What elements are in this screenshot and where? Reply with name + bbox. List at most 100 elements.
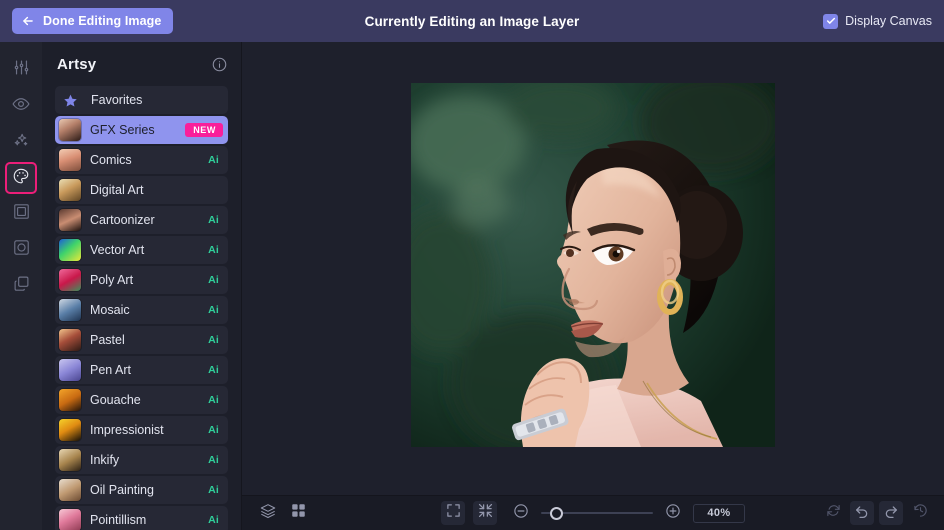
top-bar: Done Editing Image Currently Editing an … <box>0 0 944 42</box>
history-icon <box>913 503 928 523</box>
zoom-level-field[interactable]: 40% <box>693 503 745 523</box>
checkbox-icon[interactable] <box>823 13 839 29</box>
preset-item-pen-art[interactable]: Pen Art Ai <box>55 356 228 384</box>
preset-item-impressionist[interactable]: Impressionist Ai <box>55 416 228 444</box>
preset-label: Mosaic <box>90 303 130 317</box>
rail-item-effects[interactable] <box>5 126 37 158</box>
preset-item-pastel[interactable]: Pastel Ai <box>55 326 228 354</box>
zoom-slider[interactable] <box>541 504 653 522</box>
toolbar-left-group <box>256 501 310 525</box>
preset-thumbnail <box>59 479 81 501</box>
preset-item-favorites[interactable]: Favorites <box>55 86 228 114</box>
arrow-left-icon <box>21 14 35 28</box>
redo-button[interactable] <box>879 501 903 525</box>
reset-icon <box>826 503 841 523</box>
preset-thumbnail <box>59 419 81 441</box>
preset-thumbnail <box>59 299 81 321</box>
preset-label: Gouache <box>90 393 141 407</box>
ai-badge: Ai <box>208 154 219 166</box>
zoom-slider-handle[interactable] <box>550 506 563 520</box>
tool-rail <box>0 42 42 530</box>
canvas-area[interactable] <box>242 42 944 495</box>
rail-item-artsy[interactable] <box>5 162 37 194</box>
preset-thumbnail <box>59 329 81 351</box>
preset-label: Pen Art <box>90 363 131 377</box>
preset-item-poly-art[interactable]: Poly Art Ai <box>55 266 228 294</box>
preset-item-vector-art[interactable]: Vector Art Ai <box>55 236 228 264</box>
ai-badge: Ai <box>208 214 219 226</box>
ai-badge: Ai <box>208 484 219 496</box>
preset-label: Pastel <box>90 333 125 347</box>
zoom-in-icon <box>665 503 681 524</box>
preset-item-digital-art[interactable]: Digital Art <box>55 176 228 204</box>
layers-copy-icon <box>13 275 30 297</box>
preset-list[interactable]: Favorites GFX Series NEW Comics Ai Digital Ar… <box>42 86 241 530</box>
preset-label: Digital Art <box>90 183 144 197</box>
ai-badge: Ai <box>208 304 219 316</box>
bottom-toolbar: 40% <box>242 495 944 530</box>
preset-item-cartoonizer[interactable]: Cartoonizer Ai <box>55 206 228 234</box>
redo-icon <box>883 503 899 524</box>
preset-item-gfx-series[interactable]: GFX Series NEW <box>55 116 228 144</box>
fit-to-screen-button[interactable] <box>441 501 465 525</box>
rail-item-duplicate[interactable] <box>5 270 37 302</box>
display-canvas-toggle[interactable]: Display Canvas <box>823 13 932 29</box>
preset-thumbnail <box>59 389 81 411</box>
ai-badge: Ai <box>208 394 219 406</box>
preset-item-gouache[interactable]: Gouache Ai <box>55 386 228 414</box>
preset-item-inkify[interactable]: Inkify Ai <box>55 446 228 474</box>
panel-header: Artsy <box>42 42 241 86</box>
preset-item-pointillism[interactable]: Pointillism Ai <box>55 506 228 530</box>
focus-icon <box>13 239 30 261</box>
preset-label: Comics <box>90 153 132 167</box>
ai-badge: Ai <box>208 424 219 436</box>
sparkles-icon <box>12 131 30 154</box>
shrink-to-fit-button[interactable] <box>473 501 497 525</box>
preset-thumbnail <box>59 209 81 231</box>
rail-item-visibility[interactable] <box>5 90 37 122</box>
preset-thumbnail <box>59 359 81 381</box>
ai-badge: Ai <box>208 334 219 346</box>
zoom-out-icon <box>513 503 529 524</box>
grid-button[interactable] <box>286 501 310 525</box>
preset-thumbnail <box>59 239 81 261</box>
preset-label: Pointillism <box>90 513 147 527</box>
preset-label: Cartoonizer <box>90 213 155 227</box>
preset-label: GFX Series <box>90 123 155 137</box>
preset-item-comics[interactable]: Comics Ai <box>55 146 228 174</box>
portrait-image <box>411 82 775 447</box>
history-button[interactable] <box>908 501 932 525</box>
preset-thumbnail <box>59 449 81 471</box>
ai-badge: Ai <box>208 274 219 286</box>
preset-item-mosaic[interactable]: Mosaic Ai <box>55 296 228 324</box>
rail-item-adjustments[interactable] <box>5 54 37 86</box>
star-icon <box>63 93 78 108</box>
rail-item-focus[interactable] <box>5 234 37 266</box>
preset-item-oil-painting[interactable]: Oil Painting Ai <box>55 476 228 504</box>
image-layer-canvas[interactable] <box>411 82 775 447</box>
canvas-zone: 40% <box>242 42 944 530</box>
done-editing-image-button[interactable]: Done Editing Image <box>12 8 174 34</box>
palette-icon <box>12 167 30 190</box>
display-canvas-label: Display Canvas <box>845 14 932 28</box>
frame-icon <box>13 203 30 225</box>
preset-thumbnail <box>59 119 81 141</box>
fit-screen-icon <box>446 503 461 523</box>
toolbar-right-group <box>821 501 932 525</box>
layers-button[interactable] <box>256 501 280 525</box>
ai-badge: Ai <box>208 514 219 526</box>
info-icon[interactable] <box>212 57 227 72</box>
preset-thumbnail <box>59 149 81 171</box>
preset-label: Favorites <box>91 93 143 107</box>
zoom-in-button[interactable] <box>661 501 685 525</box>
preset-label: Inkify <box>90 453 120 467</box>
new-badge: NEW <box>185 123 223 137</box>
zoom-out-button[interactable] <box>509 501 533 525</box>
rail-item-frame[interactable] <box>5 198 37 230</box>
undo-button[interactable] <box>850 501 874 525</box>
app-root: Done Editing Image Currently Editing an … <box>0 0 944 530</box>
reset-button[interactable] <box>821 501 845 525</box>
ai-badge: Ai <box>208 364 219 376</box>
preset-thumbnail <box>59 509 81 530</box>
layers-icon <box>260 503 276 524</box>
